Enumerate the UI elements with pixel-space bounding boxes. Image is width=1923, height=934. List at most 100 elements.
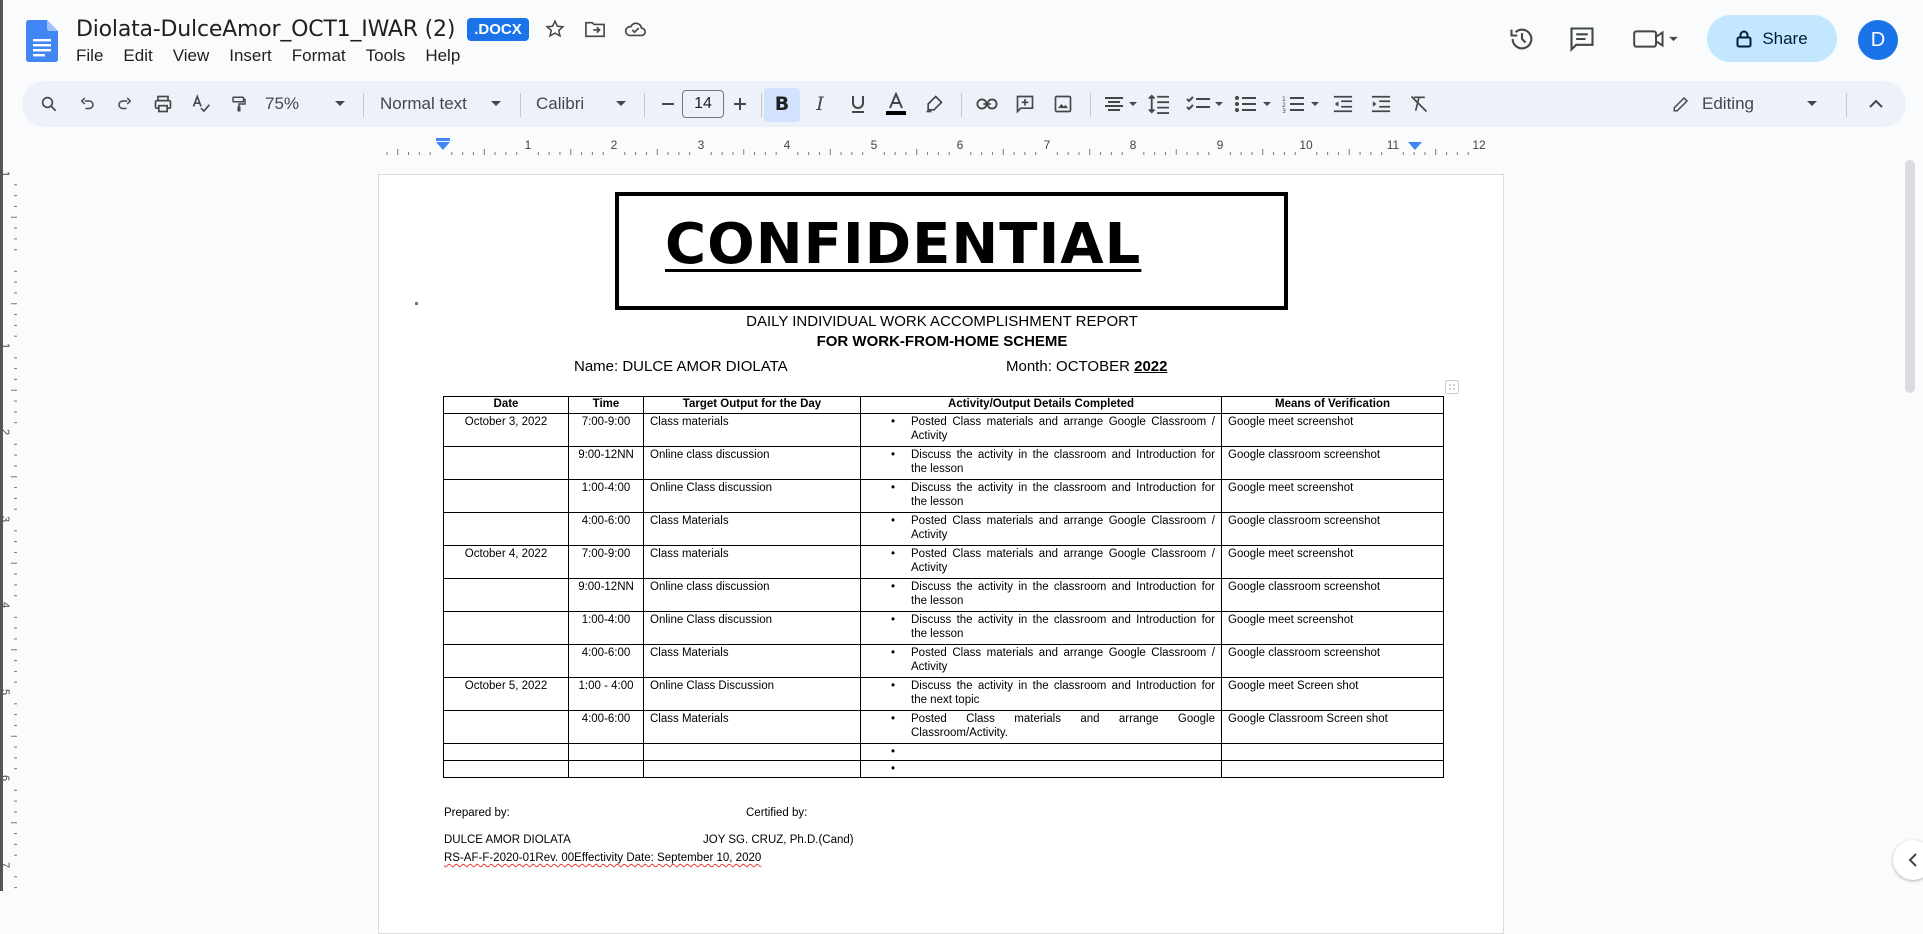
cell-activity[interactable]: • Posted Class materials and arrange Goog… [860, 544, 1222, 579]
align-menu-icon[interactable] [1100, 81, 1142, 127]
editing-mode-dropdown-icon[interactable] [1802, 81, 1822, 127]
paint-format-icon[interactable] [224, 81, 254, 127]
cell-means[interactable]: Google classroom screenshot [1221, 445, 1444, 480]
cell-time[interactable]: 1:00 - 4:00 [568, 676, 644, 711]
editing-mode-select[interactable]: Editing [1672, 81, 1802, 127]
cell-time[interactable]: 1:00-4:00 [568, 610, 644, 645]
right-indent-marker[interactable] [1408, 142, 1422, 150]
share-button[interactable]: Share [1707, 15, 1837, 62]
add-comment-icon[interactable] [1010, 81, 1040, 127]
left-indent-marker[interactable] [436, 142, 450, 150]
cell-date[interactable] [443, 478, 569, 513]
cell-date[interactable] [443, 759, 569, 778]
cell-date[interactable] [443, 610, 569, 645]
spellcheck-icon[interactable] [186, 81, 216, 127]
cell-means[interactable]: Google meet Screen shot [1221, 676, 1444, 711]
cell-means[interactable]: Google classroom screenshot [1221, 643, 1444, 678]
cell-date[interactable]: October 4, 2022 [443, 544, 569, 579]
table-row[interactable]: October 5, 2022 1:00 - 4:00 Online Class… [443, 676, 1444, 711]
cell-means[interactable] [1221, 759, 1444, 778]
account-avatar[interactable]: D [1858, 20, 1898, 60]
highlight-color-icon[interactable] [919, 81, 949, 127]
cell-date[interactable] [443, 511, 569, 546]
cell-date[interactable]: October 5, 2022 [443, 676, 569, 711]
cell-target[interactable]: Online class discussion [643, 445, 861, 480]
cell-date[interactable] [443, 643, 569, 678]
table-row[interactable]: 4:00-6:00 Class Materials • Posted Class … [443, 709, 1444, 744]
cell-target[interactable]: Class Materials [643, 643, 861, 678]
horizontal-ruler[interactable]: 1 2 3 4 5 6 7 8 9 10 11 12 [378, 138, 1504, 156]
comments-icon[interactable] [1565, 22, 1599, 56]
document-page[interactable]: CONFIDENTIAL DAILY INDIVIDUAL WORK ACCOM… [378, 174, 1504, 934]
cell-time[interactable]: 4:00-6:00 [568, 643, 644, 678]
numbered-list-icon[interactable]: 123 [1280, 81, 1322, 127]
table-row[interactable]: 4:00-6:00 Class Materials • Posted Class … [443, 643, 1444, 678]
font-dropdown-icon[interactable] [613, 81, 629, 127]
font-family-select[interactable]: Calibri [536, 81, 596, 127]
decrease-font-size-icon[interactable] [656, 81, 680, 127]
style-dropdown-icon[interactable] [488, 81, 504, 127]
bold-icon[interactable]: B [767, 81, 797, 127]
underline-icon[interactable] [843, 81, 873, 127]
redo-icon[interactable] [110, 81, 140, 127]
cell-activity[interactable]: • Posted Class materials and arrange Goog… [860, 709, 1222, 744]
cell-time[interactable]: 9:00-12NN [568, 577, 644, 612]
cell-target[interactable]: Class Materials [643, 511, 861, 546]
cell-activity[interactable]: • [860, 759, 1222, 778]
menu-file[interactable]: File [76, 46, 113, 66]
table-row[interactable]: 9:00-12NN Online class discussion • Discu… [443, 445, 1444, 480]
side-panel-toggle-button[interactable] [1893, 840, 1923, 880]
increase-font-size-icon[interactable] [728, 81, 752, 127]
zoom-dropdown-icon[interactable] [332, 81, 348, 127]
cell-activity[interactable]: • Posted Class materials and arrange Goog… [860, 412, 1222, 447]
cell-target[interactable]: Online Class Discussion [643, 676, 861, 711]
cell-time[interactable] [568, 759, 644, 778]
cell-time[interactable]: 9:00-12NN [568, 445, 644, 480]
insert-link-icon[interactable] [972, 81, 1002, 127]
menu-insert[interactable]: Insert [229, 46, 282, 66]
paragraph-style-select[interactable]: Normal text [380, 81, 476, 127]
vertical-scrollbar-thumb[interactable] [1905, 160, 1915, 393]
table-row-empty[interactable]: • [443, 759, 1444, 778]
cell-activity[interactable]: • [860, 742, 1222, 761]
cell-date[interactable] [443, 709, 569, 744]
menu-edit[interactable]: Edit [123, 46, 162, 66]
cell-date[interactable]: October 3, 2022 [443, 412, 569, 447]
cell-time[interactable]: 4:00-6:00 [568, 511, 644, 546]
version-history-icon[interactable] [1505, 22, 1539, 56]
star-icon[interactable] [541, 15, 569, 43]
cell-target[interactable] [643, 742, 861, 761]
cell-time[interactable]: 1:00-4:00 [568, 478, 644, 513]
cell-means[interactable]: Google classroom screenshot [1221, 511, 1444, 546]
bulleted-list-icon[interactable] [1232, 81, 1274, 127]
cell-date[interactable] [443, 577, 569, 612]
cell-activity[interactable]: • Discuss the activity in the classroom a… [860, 577, 1222, 612]
undo-icon[interactable] [72, 81, 102, 127]
cell-target[interactable]: Online Class discussion [643, 610, 861, 645]
cell-date[interactable] [443, 445, 569, 480]
first-line-indent-marker[interactable] [436, 138, 450, 141]
insert-image-icon[interactable] [1048, 81, 1078, 127]
cell-target[interactable]: Online Class discussion [643, 478, 861, 513]
table-row[interactable]: October 4, 2022 7:00-9:00 Class material… [443, 544, 1444, 579]
meet-video-icon[interactable] [1630, 22, 1682, 56]
cell-means[interactable]: Google meet screenshot [1221, 610, 1444, 645]
increase-indent-icon[interactable] [1366, 81, 1396, 127]
cell-activity[interactable]: • Posted Class materials and arrange Goog… [860, 643, 1222, 678]
move-folder-icon[interactable] [581, 15, 609, 43]
cell-activity[interactable]: • Discuss the activity in the classroom a… [860, 478, 1222, 513]
print-icon[interactable] [148, 81, 178, 127]
cell-activity[interactable]: • Discuss the activity in the classroom a… [860, 676, 1222, 711]
docx-format-badge[interactable]: .DOCX [467, 17, 529, 41]
zoom-value[interactable]: 75% [265, 81, 299, 127]
table-row[interactable]: 1:00-4:00 Online Class discussion • Discu… [443, 610, 1444, 645]
cell-means[interactable]: Google meet screenshot [1221, 478, 1444, 513]
cell-means[interactable]: Google meet screenshot [1221, 412, 1444, 447]
document-title[interactable]: Diolata-DulceAmor_OCT1_IWAR (2) [76, 17, 455, 42]
docs-logo-icon[interactable] [26, 20, 58, 62]
accomplishment-table[interactable]: Date Time Target Output for the Day Acti… [443, 396, 1444, 778]
cell-target[interactable] [643, 759, 861, 778]
cell-target[interactable]: Online class discussion [643, 577, 861, 612]
cell-means[interactable]: Google classroom screenshot [1221, 577, 1444, 612]
table-row[interactable]: October 3, 2022 7:00-9:00 Class material… [443, 412, 1444, 447]
